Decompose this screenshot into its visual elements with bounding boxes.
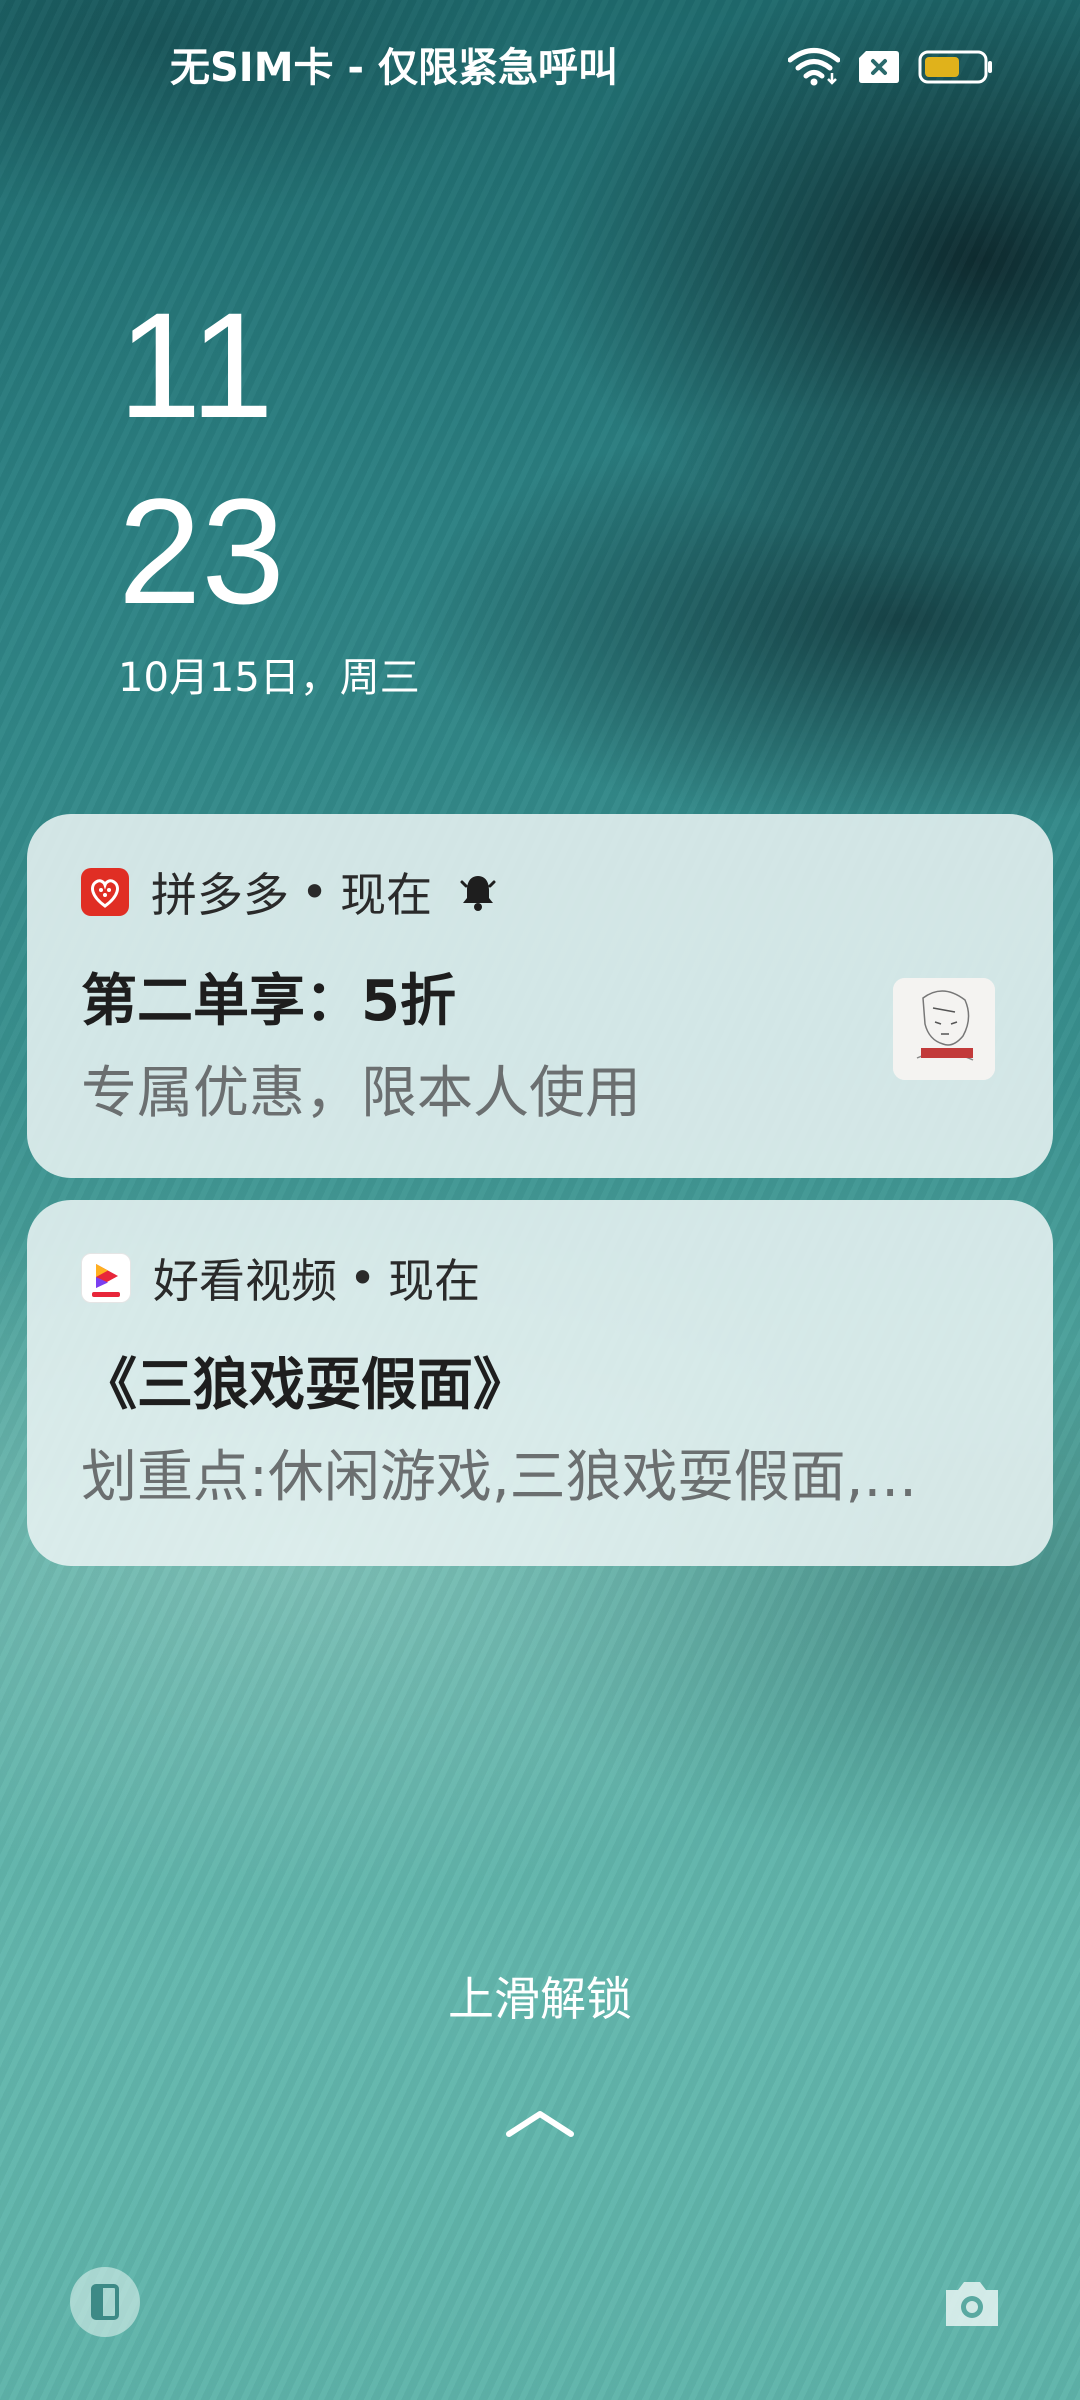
clock-hour: 11 xyxy=(118,281,274,449)
clock-minute: 23 xyxy=(118,467,285,635)
status-bar: 无SIM卡 - 仅限紧急呼叫 xyxy=(0,0,1080,135)
wallet-shortcut-button[interactable] xyxy=(70,2267,140,2337)
notification-app-name: 拼多多 xyxy=(151,868,289,922)
notification-header: 好看视频 • 现在 xyxy=(81,1248,480,1308)
lockscreen-date: 10月15日，周三 xyxy=(118,655,420,701)
lockscreen-clock: 11 23 xyxy=(118,270,285,642)
bell-icon xyxy=(460,876,496,911)
notification-title: 第二单享：5折 xyxy=(81,969,456,1034)
notification-body: 划重点:休闲游戏,三狼戏耍假面,... xyxy=(81,1445,917,1510)
status-icons xyxy=(788,44,994,90)
wifi-icon xyxy=(788,48,840,86)
separator-dot: • xyxy=(349,1251,377,1305)
notification-card-haokan-video[interactable]: 好看视频 • 现在 《三狼戏耍假面》 划重点:休闲游戏,三狼戏耍假面,... xyxy=(27,1200,1053,1566)
notification-thumbnail-image xyxy=(893,978,995,1080)
separator-dot: • xyxy=(301,865,329,919)
notification-body: 专属优惠，限本人使用 xyxy=(81,1061,641,1126)
chevron-up-icon[interactable] xyxy=(505,2104,575,2140)
wallet-icon xyxy=(91,2284,119,2320)
notification-card-pinduoduo[interactable]: 拼多多 • 现在 第二单享：5折 专属优惠，限本人使用 xyxy=(27,814,1053,1178)
notification-app-name: 好看视频 xyxy=(153,1254,337,1308)
notification-title: 《三狼戏耍假面》 xyxy=(81,1353,529,1418)
carrier-status-text: 无SIM卡 - 仅限紧急呼叫 xyxy=(170,45,618,91)
notification-header: 拼多多 • 现在 xyxy=(81,862,500,922)
swipe-up-unlock-hint: 上滑解锁 xyxy=(448,1972,632,2026)
haokan-video-app-icon xyxy=(81,1253,131,1303)
camera-icon[interactable] xyxy=(940,2272,1004,2336)
no-sim-icon xyxy=(859,51,899,83)
pinduoduo-app-icon xyxy=(81,868,129,916)
battery-icon xyxy=(918,50,992,84)
notification-time: 现在 xyxy=(388,1254,481,1308)
notification-time: 现在 xyxy=(340,868,433,922)
